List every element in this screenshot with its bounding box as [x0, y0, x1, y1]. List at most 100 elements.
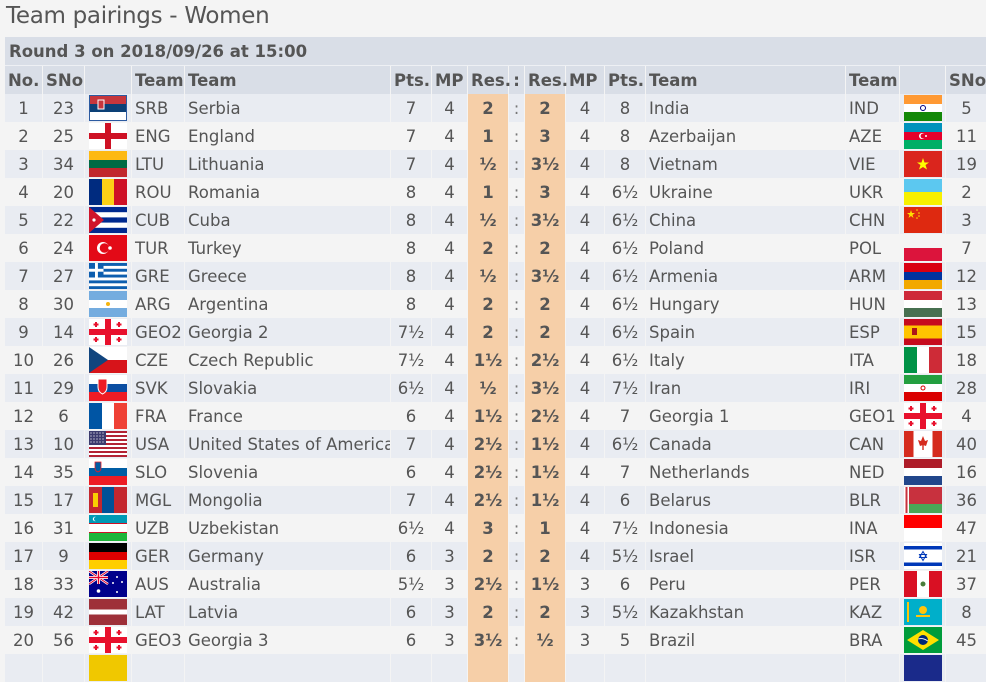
opponent-team-name[interactable]: Spain	[646, 318, 845, 346]
team-name[interactable]: France	[185, 402, 390, 430]
pairing-row[interactable]: 11 29 SVK Slovakia 6½ 4 ½:3½ 4 7½ Iran IRI 28	[5, 374, 986, 402]
team-name[interactable]: Uzbekistan	[185, 514, 390, 542]
team-flag-icon	[85, 570, 131, 598]
opponent-match-points: 4	[566, 346, 604, 374]
team-name[interactable]: Serbia	[185, 94, 390, 122]
pairing-row[interactable]: 9 14 GEO2 Georgia 2 7½ 4 2:2 4 6½ Spain ESP 15	[5, 318, 986, 346]
team-points: 8	[391, 262, 431, 290]
opponent-team-name[interactable]: Netherlands	[646, 458, 845, 486]
team-code: SRB	[132, 94, 184, 122]
result-away: 2	[525, 542, 565, 570]
col-no[interactable]: No.	[5, 66, 42, 94]
pairing-row[interactable]: 8 30 ARG Argentina 8 4 2:2 4 6½ Hungary HUN 13	[5, 290, 986, 318]
team-name[interactable]: Australia	[185, 570, 390, 598]
col-sno2[interactable]: SNo	[946, 66, 986, 94]
opponent-points: 7	[605, 402, 645, 430]
opponent-team-name[interactable]: Belarus	[646, 486, 845, 514]
col-sno[interactable]: SNo	[43, 66, 84, 94]
pairing-row[interactable]: 3 34 LTU Lithuania 7 4 ½:3½ 4 8 Vietnam VIE 19	[5, 150, 986, 178]
opponent-match-points: 4	[566, 318, 604, 346]
pairing-row[interactable]: 19 42 LAT Latvia 6 3 2:2 3 5½ Kazakhstan KAZ 8	[5, 598, 986, 626]
pairing-row[interactable]: 6 24 TUR Turkey 8 4 2:2 4 6½ Poland POL 7	[5, 234, 986, 262]
opponent-team-name[interactable]: Hungary	[646, 290, 845, 318]
col-mp2[interactable]: MP	[566, 66, 604, 94]
team-name[interactable]: Germany	[185, 542, 390, 570]
pairing-row[interactable]: 17 9 GER Germany 6 3 2:2 4 5½ Israel ISR 21	[5, 542, 986, 570]
team-name[interactable]: Latvia	[185, 598, 390, 626]
opponent-team-name[interactable]: Georgia 1	[646, 402, 845, 430]
col-pts[interactable]: Pts.	[391, 66, 431, 94]
pairing-row[interactable]: 20 56 GEO3 Georgia 3 6 3 3½: ½ 3 5 Brazil BRA 45	[5, 626, 986, 654]
team-flag-icon	[85, 122, 131, 150]
team-match-points: 3	[432, 626, 467, 654]
col-res[interactable]: Res.	[468, 66, 511, 94]
result-separator: :	[509, 514, 524, 542]
col-mp[interactable]: MP	[432, 66, 467, 94]
col-team-code[interactable]: Team	[132, 66, 184, 94]
pairing-row[interactable]: 5 22 CUB Cuba 8 4 ½:3½ 4 6½ China CHN 3	[5, 206, 986, 234]
partial-cell	[646, 654, 845, 682]
team-name[interactable]: United States of America	[185, 430, 390, 458]
pairing-row[interactable]: 18 33 AUS Australia 5½ 3 2½:1½ 3 6 Peru PER 37	[5, 570, 986, 598]
pairing-row[interactable]: 2 25 ENG England 7 4 1:3 4 8 Azerbaijan AZE 11	[5, 122, 986, 150]
col-flag	[85, 66, 131, 94]
team-code: GRE	[132, 262, 184, 290]
team-name[interactable]: Lithuania	[185, 150, 390, 178]
result-home: 2½	[468, 486, 508, 514]
pairing-row[interactable]: 14 35 SLO Slovenia 6 4 2½:1½ 4 7 Netherlands NED 16	[5, 458, 986, 486]
opponent-team-name[interactable]: Indonesia	[646, 514, 845, 542]
team-name[interactable]: Romania	[185, 178, 390, 206]
row-sno: 35	[43, 458, 84, 486]
team-name[interactable]: Mongolia	[185, 486, 390, 514]
opponent-team-name[interactable]: Poland	[646, 234, 845, 262]
opponent-team-name[interactable]: China	[646, 206, 845, 234]
team-match-points: 4	[432, 234, 467, 262]
result-home: 2	[468, 94, 508, 122]
col-pts2[interactable]: Pts.	[605, 66, 645, 94]
opponent-team-name[interactable]: Kazakhstan	[646, 598, 845, 626]
team-name[interactable]: Greece	[185, 262, 390, 290]
team-name[interactable]: Turkey	[185, 234, 390, 262]
opponent-flag-icon	[900, 458, 945, 486]
partial-cell	[132, 654, 184, 682]
pairing-row[interactable]: 12 6 FRA France 6 4 1½:2½ 4 7 Georgia 1 GEO1 4	[5, 402, 986, 430]
opponent-sno: 2	[946, 178, 986, 206]
team-name[interactable]: Slovakia	[185, 374, 390, 402]
opponent-team-name[interactable]: Israel	[646, 542, 845, 570]
team-points: 8	[391, 178, 431, 206]
opponent-team-name[interactable]: Iran	[646, 374, 845, 402]
result-home: 3	[468, 514, 508, 542]
opponent-team-name[interactable]: Brazil	[646, 626, 845, 654]
team-name[interactable]: Georgia 2	[185, 318, 390, 346]
opponent-team-name[interactable]: Ukraine	[646, 178, 845, 206]
pairing-row[interactable]: 13 10 USA United States of America 7 4 2½:1½ 4 6…	[5, 430, 986, 458]
team-name[interactable]: Czech Republic	[185, 346, 390, 374]
pairing-row[interactable]: 16 31 UZB Uzbekistan 6½ 4 3:1 4 7½ Indonesia INA 47	[5, 514, 986, 542]
pairing-row[interactable]: 4 20 ROU Romania 8 4 1:3 4 6½ Ukraine UKR 2	[5, 178, 986, 206]
row-no: 12	[5, 402, 42, 430]
col-team-name[interactable]: Team	[185, 66, 390, 94]
team-name[interactable]: Georgia 3	[185, 626, 390, 654]
team-points: 8	[391, 290, 431, 318]
pairing-row[interactable]: 15 17 MGL Mongolia 7 4 2½:1½ 4 6 Belarus BLR 36	[5, 486, 986, 514]
opponent-team-name[interactable]: Vietnam	[646, 150, 845, 178]
col-team-code2[interactable]: Team	[846, 66, 899, 94]
col-team-name2[interactable]: Team	[646, 66, 845, 94]
pairing-row[interactable]: 7 27 GRE Greece 8 4 ½:3½ 4 6½ Armenia ARM 12	[5, 262, 986, 290]
team-name[interactable]: Argentina	[185, 290, 390, 318]
team-name[interactable]: Slovenia	[185, 458, 390, 486]
opponent-team-name[interactable]: Azerbaijan	[646, 122, 845, 150]
opponent-team-name[interactable]: Italy	[646, 346, 845, 374]
team-name[interactable]: Cuba	[185, 206, 390, 234]
pairing-row[interactable]: 1 23 SRB Serbia 7 4 2:2 4 8 India IND 5	[5, 94, 986, 122]
opponent-team-name[interactable]: India	[646, 94, 845, 122]
opponent-team-name[interactable]: Armenia	[646, 262, 845, 290]
pairing-row[interactable]: 10 26 CZE Czech Republic 7½ 4 1½:2½ 4 6½ Italy ITA…	[5, 346, 986, 374]
opponent-points: 8	[605, 122, 645, 150]
team-match-points: 4	[432, 178, 467, 206]
opponent-team-name[interactable]: Canada	[646, 430, 845, 458]
result-separator: :	[509, 626, 524, 654]
col-res2[interactable]: Res.	[525, 66, 568, 94]
team-name[interactable]: England	[185, 122, 390, 150]
opponent-team-name[interactable]: Peru	[646, 570, 845, 598]
